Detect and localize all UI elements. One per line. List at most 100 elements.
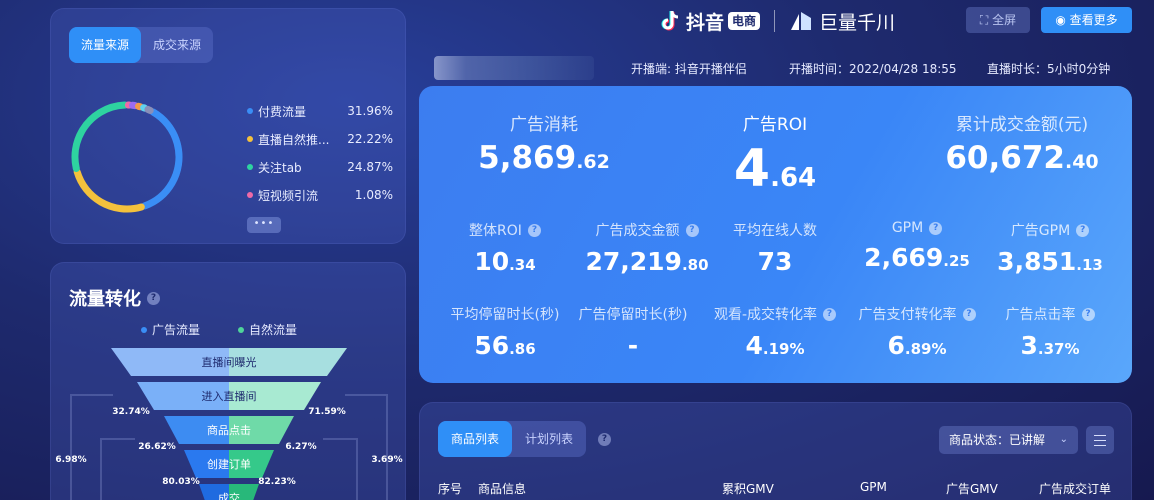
broadcast-duration: 直播时长：5小时0分钟 [987,62,1111,76]
help-icon[interactable]: ? [1081,307,1095,321]
metric-value: 2,669.25 [846,245,988,270]
tab-deal-source[interactable]: 成交来源 [141,27,213,63]
column-header-index: 序号 [438,482,463,496]
metric-label: 平均在线人数 [704,220,846,240]
metric-label: 广告支付转化率? [846,304,988,324]
metric-int: 3 [1020,331,1038,360]
funnel-title-text: 流量转化 [69,289,141,310]
product-status-select[interactable]: 商品状态：已讲解 ⌄ [939,426,1078,454]
column-header-product-info: 商品信息 [478,482,527,496]
legend-name: 关注tab [258,160,302,175]
legend-label: 广告流量 [152,323,201,337]
donut-slice[interactable] [65,95,189,219]
help-icon[interactable]: ? [527,223,541,237]
metric-dec: .34 [509,256,536,274]
metric-overall-roi: 整体ROI? 10.34 [434,220,576,274]
metric-label: 广告消耗 [510,115,578,135]
metric-dec: .19% [762,340,805,358]
broadcast-platform: 开播端: 抖音开播伴侣 [631,62,747,76]
legend-name: 付费流量 [258,104,307,119]
metric-int: 5,869 [478,140,577,176]
help-icon[interactable]: ? [147,291,160,305]
help-icon[interactable]: ? [1076,223,1090,237]
help-icon[interactable]: ? [962,307,976,321]
product-list-card: 商品列表 计划列表 ? 商品状态：已讲解 ⌄ 序号 商品信息 累积GMV GPM… [419,402,1132,500]
view-more-button[interactable]: ◉ 查看更多 [1041,7,1132,33]
funnel-stage-label: 直播间曝光 [202,355,257,369]
tab-plan-list[interactable]: 计划列表 [512,421,586,457]
metric-label: 整体ROI? [434,220,576,240]
metric-ad-gpm: 广告GPM? 3,851.13 [979,220,1121,274]
metric-dec: .64 [770,163,817,193]
brand-bar: 抖音 电商 巨量千川 [660,6,895,36]
metric-ad-roi: 广告ROI 4.64 [695,110,855,195]
donut-slice[interactable] [65,95,189,219]
metric-label: 累计成交金额(元) [955,115,1089,135]
metric-dec: .62 [576,151,610,173]
metric-view-deal-conversion: 观看-成交转化率? 4.19% [704,304,846,358]
funnel-right-rate: 82.23% [258,477,296,487]
metric-int: 6 [887,331,905,360]
metric-dec: .86 [509,340,536,358]
metric-dec: .25 [943,252,970,270]
brand-ecommerce-tag: 电商 [728,12,761,30]
metric-label-text: 广告点击率 [1005,307,1076,323]
metric-int: 27,219 [585,247,682,276]
traffic-source-donut-chart [65,95,189,219]
metric-label: 广告停留时长(秒) [562,304,704,324]
metric-cumulative-deal-amount: 累计成交金额(元) 60,672.40 [932,110,1112,174]
metric-label-text: 平均停留时长(秒) [450,307,560,323]
legend-more-button[interactable]: ••• [247,217,281,233]
donut-slice[interactable] [65,95,189,219]
metric-label-text: 平均在线人数 [733,223,817,239]
donut-slice[interactable] [65,95,189,219]
metric-label-text: 广告GPM [1010,223,1071,239]
eye-icon: ◉ [1055,13,1066,27]
help-icon[interactable]: ? [685,223,699,237]
metric-value: 73 [704,249,846,274]
metric-value: 60,672.40 [932,143,1112,174]
column-header-gpm[interactable]: GPM [860,480,887,494]
legend-dot [238,326,245,333]
fullscreen-button[interactable]: ⛶ 全屏 [966,7,1030,33]
legend-item-natural-traffic: 自然流量 [238,321,297,338]
donut-slice[interactable] [65,95,189,219]
column-header-ad-gmv[interactable]: 广告GMV [946,480,998,497]
metric-label-text: 广告成交金额 [595,223,680,239]
fullscreen-icon: ⛶ [979,13,989,27]
donut-slice[interactable] [65,95,189,219]
tab-traffic-source[interactable]: 流量来源 [69,27,142,63]
legend-dot [141,326,147,333]
brand-divider [774,10,776,32]
metric-int: 60,672 [945,140,1065,176]
broadcast-start-time: 开播时间：2022/04/28 18:55 [789,62,957,76]
funnel-stage-label: 成交 [218,491,240,500]
traffic-source-card: 流量来源 成交来源 付费流量 31.96% 直播自然推... 22.22% 关注… [50,8,406,244]
metric-label: 观看-成交转化率? [704,304,846,324]
brand-qianchuan-text: 巨量千川 [819,11,896,34]
column-header-ad-orders[interactable]: 广告成交订单 [1039,480,1111,497]
metric-value: 27,219.80 [576,249,718,274]
metric-avg-online-users: 平均在线人数 73 [704,220,846,274]
legend-item: 付费流量 31.96% [247,97,393,125]
metric-label: 平均停留时长(秒) [434,304,576,324]
donut-slice[interactable] [65,95,189,219]
metric-dec: .40 [1064,151,1099,173]
help-icon[interactable]: ? [823,307,837,321]
help-icon[interactable]: ? [598,433,611,446]
donut-slice[interactable] [65,95,189,219]
metric-int: - [627,331,639,360]
tab-product-list[interactable]: 商品列表 [438,421,513,457]
column-header-cumulative-gmv[interactable]: 累积GMV [722,480,774,497]
legend-percent: 1.08% [354,188,393,202]
filter-settings-button[interactable] [1086,426,1114,454]
metric-label: GPM? [846,220,988,236]
metric-value: 10.34 [434,249,576,274]
metric-int: 2,669 [864,243,944,272]
legend-dot [247,136,253,142]
metric-ad-click-rate: 广告点击率? 3.37% [979,304,1121,358]
metric-label: 广告点击率? [979,304,1121,324]
legend-dot [247,164,253,170]
fullscreen-label: 全屏 [992,13,1017,27]
help-icon[interactable]: ? [929,221,943,235]
